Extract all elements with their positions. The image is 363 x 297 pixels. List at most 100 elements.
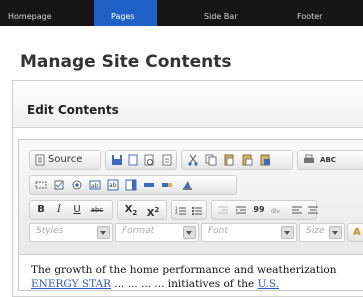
templates-icon (162, 154, 172, 166)
editor-content-area[interactable]: The growth of the home performance and w… (19, 255, 363, 290)
preview-button[interactable] (142, 151, 156, 169)
numbered-list-button[interactable]: 12 (174, 201, 188, 219)
superscript-button[interactable]: X2 (142, 201, 164, 219)
toolbar-group-document (105, 150, 177, 170)
styles-select[interactable]: Styles (29, 223, 113, 242)
chevron-down-icon (329, 226, 342, 239)
outdent-icon (218, 206, 228, 214)
div-container-icon: div (271, 208, 280, 215)
toolbar-group-forms: ab ab (29, 175, 237, 195)
outdent-button[interactable] (216, 201, 230, 219)
form-button[interactable] (34, 176, 48, 194)
indent-icon (236, 206, 246, 214)
select-field-icon (125, 179, 137, 191)
radio-icon (72, 180, 82, 190)
toolbar-group-clipboard (181, 150, 293, 170)
energy-star-link[interactable]: ENERGY STAR (31, 278, 111, 290)
align-center-button[interactable] (306, 201, 320, 219)
chevron-down-icon (183, 226, 196, 239)
new-page-button[interactable] (126, 151, 140, 169)
bold-button[interactable]: B (34, 201, 48, 219)
content-line-1: The growth of the home performance and w… (31, 264, 337, 276)
align-center-icon (308, 206, 318, 214)
strikethrough-button[interactable]: abc (88, 201, 106, 219)
image-button-button[interactable] (160, 176, 174, 194)
image-button-icon (162, 183, 172, 187)
text-field-button[interactable]: ab (88, 176, 102, 194)
radio-button[interactable] (70, 176, 84, 194)
numbered-list-icon: 12 (175, 206, 186, 215)
size-select[interactable]: Size (299, 223, 345, 242)
select-field-button[interactable] (124, 176, 138, 194)
nav-tab-footer[interactable]: Footer (297, 0, 322, 26)
nav-tab-side-bar[interactable]: Side Bar (204, 0, 238, 26)
underline-button[interactable]: U (70, 201, 84, 219)
editor-toolbar: Source ABC ab ab B I U abc X2 X2 1 2 99 … (19, 140, 363, 255)
hidden-field-button[interactable] (180, 176, 194, 194)
font-select[interactable]: Font (201, 223, 297, 242)
superscript-mark: 2 (154, 206, 160, 214)
save-icon (112, 155, 122, 165)
font-label: Font (208, 226, 228, 236)
styles-label: Styles (36, 226, 64, 236)
paste-icon (224, 154, 234, 166)
copy-button[interactable] (204, 151, 218, 169)
panel-title: Edit Contents (27, 103, 119, 117)
source-label: Source (48, 154, 83, 165)
templates-button[interactable] (160, 151, 174, 169)
cut-button[interactable] (186, 151, 200, 169)
bulleted-list-button[interactable] (190, 201, 204, 219)
print-button[interactable] (302, 151, 316, 169)
toolbar-group-scripts: X2 X2 (117, 200, 167, 220)
textarea-button[interactable]: ab (106, 176, 120, 194)
form-icon (35, 181, 47, 189)
content-text: The growth of the home performance and w… (31, 263, 363, 291)
preview-icon (144, 154, 154, 166)
text-color-button[interactable]: A (350, 224, 363, 241)
top-nav: Homepage Pages Side Bar Footer (0, 0, 363, 26)
paste-text-icon (242, 154, 253, 166)
paste-button[interactable] (222, 151, 236, 169)
save-button[interactable] (110, 151, 124, 169)
indent-button[interactable] (234, 201, 248, 219)
svg-text:div: div (271, 208, 280, 215)
panel-header: Edit Contents (13, 81, 363, 128)
bulleted-list-icon (192, 207, 202, 215)
italic-button[interactable]: I (52, 201, 66, 219)
paste-word-button[interactable] (258, 151, 272, 169)
source-button[interactable]: Source (33, 151, 97, 169)
blockquote-button[interactable]: 99 (252, 201, 266, 219)
textarea-icon: ab (107, 179, 119, 191)
format-select[interactable]: Format (115, 223, 199, 242)
copy-icon (205, 154, 217, 166)
hidden-field-icon (183, 181, 192, 190)
size-label: Size (306, 226, 325, 236)
nav-tab-pages[interactable]: Pages (94, 0, 157, 26)
div-container-button[interactable]: div (270, 201, 284, 219)
align-left-icon (292, 206, 302, 214)
svg-text:ab: ab (91, 183, 99, 190)
align-left-button[interactable] (290, 201, 304, 219)
us-link[interactable]: U.S. (258, 278, 279, 290)
chevron-down-icon (97, 226, 110, 239)
text-field-icon: ab (89, 180, 101, 190)
svg-text:ab: ab (109, 182, 117, 189)
checkbox-icon (54, 180, 64, 190)
new-page-icon (128, 154, 138, 166)
subscript-button[interactable]: X2 (120, 201, 142, 219)
checkbox-button[interactable] (52, 176, 66, 194)
button-field-button[interactable] (142, 176, 156, 194)
subscript-mark: 2 (132, 209, 138, 217)
paste-text-button[interactable] (240, 151, 254, 169)
button-field-icon (144, 183, 154, 187)
paste-word-icon (260, 154, 270, 166)
rich-text-editor: Source ABC ab ab B I U abc X2 X2 1 2 99 … (18, 139, 363, 291)
svg-text:2: 2 (175, 210, 178, 215)
toolbar-group-indent: 99 div (211, 200, 320, 220)
spellcheck-button[interactable]: ABC (318, 151, 338, 169)
format-label: Format (122, 226, 155, 236)
nav-tab-homepage[interactable]: Homepage (8, 0, 52, 26)
toolbar-group-source: Source (29, 150, 101, 170)
toolbar-group-lists: 12 (171, 200, 207, 220)
document-icon (35, 154, 45, 166)
